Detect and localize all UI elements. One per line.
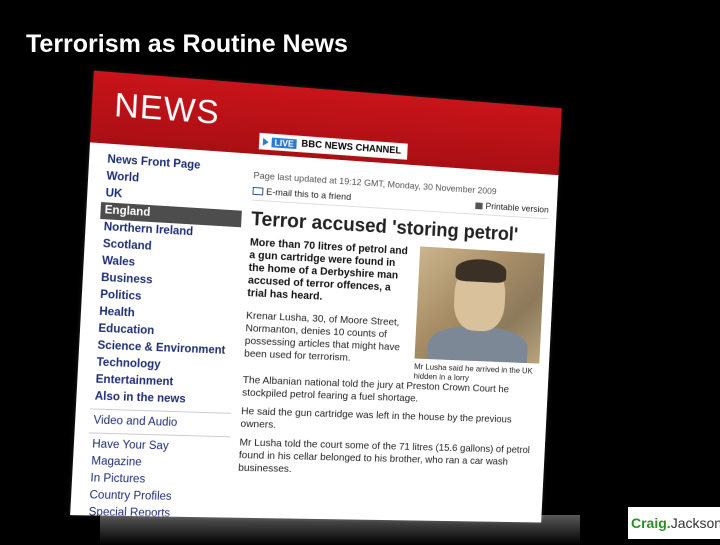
lead-paragraph: More than 70 litres of petrol and a gun … — [247, 237, 413, 308]
email-label: E-mail this to a friend — [266, 187, 351, 203]
mail-icon — [252, 187, 263, 195]
channel-label: BBC NEWS CHANNEL — [301, 139, 401, 157]
paragraph: Mr Lusha told the court some of the 71 l… — [238, 437, 535, 482]
printer-icon — [475, 202, 483, 209]
section-nav: News Front Page World UK England Norther… — [84, 151, 244, 522]
craig-jackson-logo: Craig.Jackson — [628, 507, 720, 539]
story-text: More than 70 litres of petrol and a gun … — [243, 237, 413, 381]
article: Page last updated at 19:12 GMT, Monday, … — [238, 169, 550, 486]
nav-item[interactable]: Also in the news — [90, 388, 232, 409]
logo-second: Jackson — [671, 515, 720, 531]
live-tag: LIVE — [271, 137, 296, 148]
logo-first: Craig. — [631, 515, 671, 531]
court-sketch-image — [415, 246, 545, 363]
print-label: Printable version — [485, 201, 549, 215]
news-logo[interactable]: NEWS — [113, 86, 220, 132]
page-reflection — [100, 515, 580, 545]
sketch-hair — [455, 258, 507, 283]
email-link[interactable]: E-mail this to a friend — [252, 186, 351, 203]
play-icon — [263, 137, 269, 145]
print-link[interactable]: Printable version — [475, 201, 549, 216]
nav-item-video[interactable]: Video and Audio — [89, 412, 231, 433]
screenshot-frame: NEWS LIVE BBC NEWS CHANNEL News Front Pa… — [0, 0, 720, 540]
article-figure: Mr Lusha said he arrived in the UK hidde… — [413, 246, 544, 385]
live-channel-link[interactable]: LIVE BBC NEWS CHANNEL — [259, 133, 408, 160]
bbc-news-page: NEWS LIVE BBC NEWS CHANNEL News Front Pa… — [70, 71, 562, 523]
paragraph: Krenar Lusha, 30, of Moore Street, Norma… — [244, 310, 409, 367]
paragraph: He said the gun cartridge was left in th… — [240, 405, 537, 439]
story-top: More than 70 litres of petrol and a gun … — [243, 237, 546, 385]
